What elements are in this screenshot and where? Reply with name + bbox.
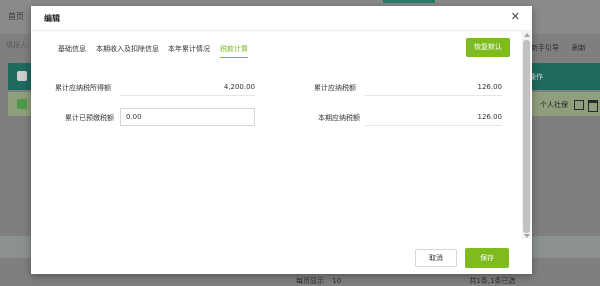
active-tab-indicator [383,0,435,3]
edit-dialog: 编辑 ✕ 基础信息 本期收入及扣除信息 本年累计情况 税款计算 恢复默认 累计应… [31,6,532,274]
home-tab[interactable]: 首页 [8,11,24,22]
value-cumulative-taxable-income: 4,200.00 [120,82,255,96]
tab-income-deduction[interactable]: 本期收入及扣除信息 [96,44,159,57]
label-cumulative-prepaid-tax: 累计已预缴税额 [65,114,114,122]
edit-icon[interactable] [574,100,584,110]
row-checkbox[interactable] [17,99,27,109]
prepaid-tax-input[interactable]: 0.00 [120,108,255,126]
guide-link[interactable]: 新手引导 [531,43,559,53]
tab-tax-calculation[interactable]: 税款计算 [220,44,248,58]
label-current-tax-payable: 本期应纳税额 [318,114,360,122]
reset-default-button[interactable]: 恢复默认 [466,38,510,57]
select-all-checkbox[interactable] [17,71,27,81]
dialog-title: 编辑 [44,14,60,23]
divider [31,30,532,31]
pagination: 每页显示 10 共1条,1条已选 [296,276,522,286]
value-current-tax-payable: 126.00 [364,112,502,126]
cancel-button[interactable]: 取消 [415,249,457,267]
save-button[interactable]: 保存 [465,248,509,268]
close-icon[interactable]: ✕ [511,11,520,23]
scrollbar-thumb[interactable] [523,40,530,233]
tab-basic-info[interactable]: 基础信息 [58,44,86,57]
scroll-up-arrow-icon[interactable] [524,33,530,37]
social-security-link[interactable]: 个人社保 [540,100,568,110]
label-cumulative-tax-payable: 累计应纳税额 [314,84,356,92]
tab-annual-cumulative[interactable]: 本年累计情况 [168,44,210,57]
delete-icon[interactable] [588,100,598,112]
refresh-link[interactable]: 刷新 [572,43,586,53]
scroll-down-arrow-icon[interactable] [524,234,530,238]
label-cumulative-taxable-income: 累计应纳税所得额 [55,84,111,92]
value-cumulative-tax-payable: 126.00 [364,82,502,96]
